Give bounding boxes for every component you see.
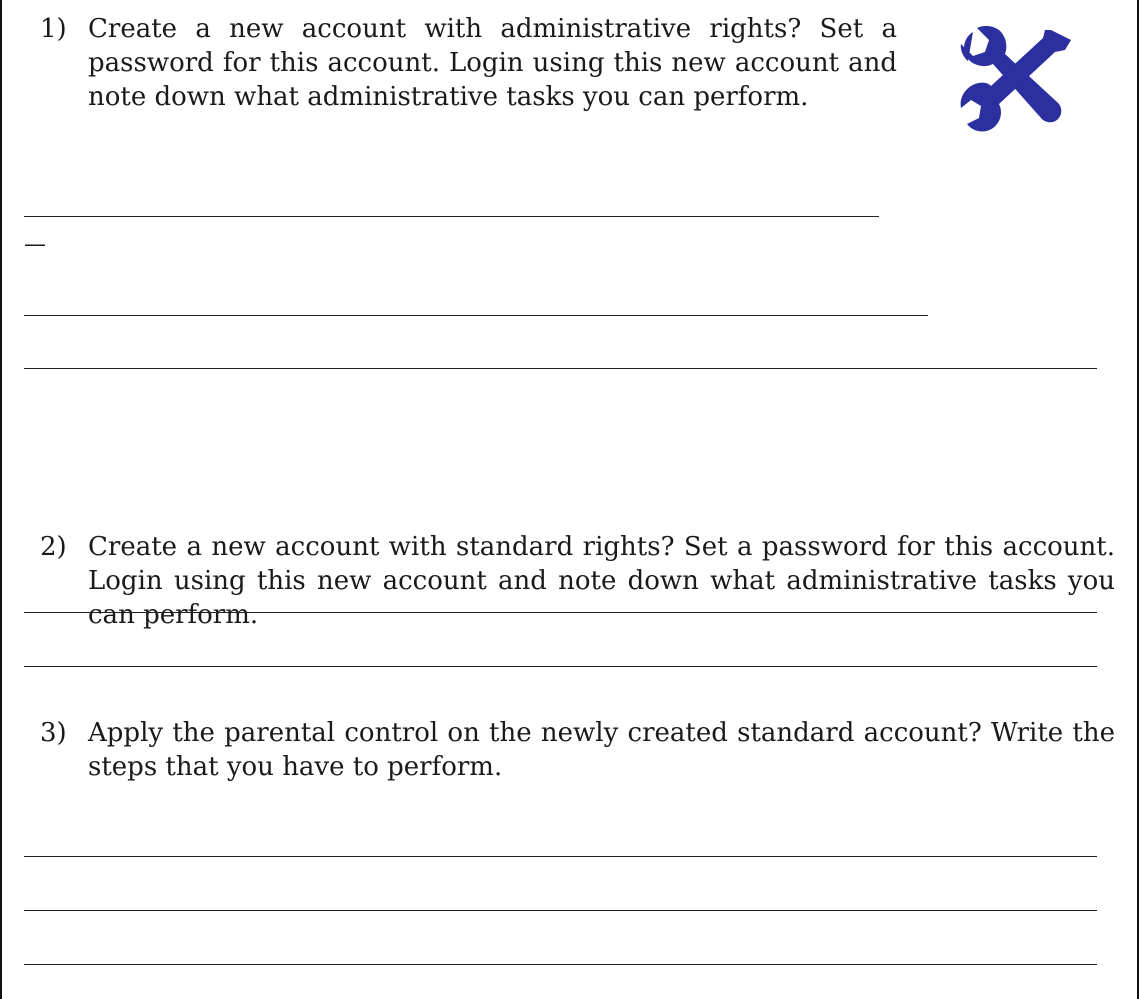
answer-line[interactable] (24, 368, 1097, 369)
answer-line[interactable] (24, 612, 1097, 613)
stray-dash: — (24, 232, 46, 257)
answer-line[interactable] (24, 964, 1097, 965)
question-number: 3) (40, 718, 67, 748)
question-text: Apply the parental control on the newly … (88, 718, 1115, 782)
question-3: 3) Apply the parental control on the new… (40, 716, 1115, 784)
answer-line[interactable] (24, 216, 879, 217)
question-text: Create a new account with standard right… (88, 532, 1115, 630)
worksheet-frame: 1) Create a new account with administrat… (0, 0, 1139, 999)
question-2: 2) Create a new account with standard ri… (40, 530, 1115, 632)
tools-icon (960, 26, 1071, 132)
answer-line[interactable] (24, 666, 1097, 667)
question-text: Create a new account with administrative… (88, 14, 897, 112)
question-1: 1) Create a new account with administrat… (40, 12, 897, 114)
answer-line[interactable] (24, 910, 1097, 911)
answer-line[interactable] (24, 315, 928, 316)
question-number: 2) (40, 532, 67, 562)
answer-line[interactable] (24, 856, 1097, 857)
question-number: 1) (40, 14, 67, 44)
